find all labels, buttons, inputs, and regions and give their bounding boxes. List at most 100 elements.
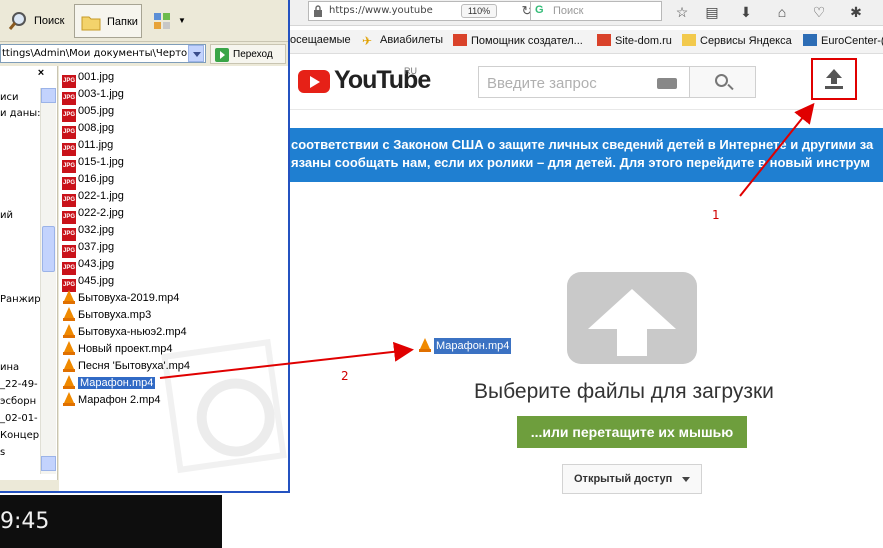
- bookmark-yandex[interactable]: Сервисы Яндекса: [682, 34, 792, 47]
- url-text: https://www.youtube: [329, 5, 433, 16]
- coppa-notice: соответствии с Законом США о защите личн…: [290, 128, 883, 182]
- file-item[interactable]: JPG 037.jpg: [62, 239, 114, 258]
- bookmarks-bar: осещаемые ✈ Авиабилеты Помощник создател.…: [290, 30, 883, 54]
- file-name: 016.jpg: [78, 173, 115, 185]
- file-item[interactable]: JPG 043.jpg: [62, 256, 114, 275]
- youtube-header: YouTube RU Введите запрос: [290, 55, 883, 110]
- bookmark-most-visited[interactable]: осещаемые: [290, 34, 351, 46]
- folders-button[interactable]: Папки: [74, 4, 142, 38]
- address-dropdown-icon[interactable]: [188, 45, 204, 62]
- home-icon[interactable]: ⌂: [773, 3, 791, 21]
- pocket-icon[interactable]: ♡: [810, 3, 828, 21]
- folder-icon: [81, 16, 101, 31]
- notice-line-2: язаны сообщать нам, если их ролики – для…: [291, 155, 870, 170]
- bookmark-helper[interactable]: Помощник создател...: [453, 34, 583, 47]
- scroll-up-icon[interactable]: [41, 88, 56, 103]
- file-item[interactable]: JPG 001.jpg: [62, 69, 115, 88]
- annotation-label-1: 1: [712, 208, 720, 222]
- file-name: Бытовуха-2019.mp4: [78, 292, 180, 304]
- extension-icon[interactable]: ✱: [847, 3, 865, 21]
- keyboard-icon[interactable]: [657, 78, 677, 89]
- drag-files-button[interactable]: ...или перетащите их мышью: [517, 416, 747, 448]
- file-name: Бытовуха-ньюэ2.mp4: [78, 326, 187, 338]
- close-icon[interactable]: ×: [34, 66, 48, 80]
- file-item[interactable]: Марафон 2.mp4: [62, 392, 161, 408]
- upload-icon-stem: [831, 77, 837, 84]
- file-item[interactable]: JPG 045.jpg: [62, 273, 114, 292]
- plane-icon: ✈: [362, 34, 373, 48]
- play-icon: [310, 76, 320, 88]
- tree-item[interactable]: Концер: [0, 430, 39, 441]
- tree-item[interactable]: и даны:: [0, 108, 41, 119]
- tree-scrollbar[interactable]: [40, 88, 56, 474]
- tree-item[interactable]: ина: [0, 362, 19, 373]
- folders-button-label: Папки: [107, 16, 138, 28]
- file-name: 015-1.jpg: [78, 156, 124, 168]
- file-item[interactable]: Новый проект.mp4: [62, 341, 173, 357]
- reading-list-icon[interactable]: ▤: [703, 3, 721, 21]
- site-icon: [597, 34, 611, 46]
- file-item[interactable]: JPG 011.jpg: [62, 137, 114, 156]
- file-item[interactable]: JPG 015-1.jpg: [62, 154, 124, 173]
- address-field[interactable]: ttings\Admin\Мои документы\Чертов: [0, 44, 206, 63]
- file-item[interactable]: Бытовуха-2019.mp4: [62, 290, 179, 306]
- file-name: Марафон 2.mp4: [78, 394, 161, 406]
- search-icon: [715, 74, 728, 87]
- privacy-dropdown[interactable]: Открытый доступ: [562, 464, 702, 494]
- file-item[interactable]: JPG 016.jpg: [62, 171, 115, 190]
- tree-item[interactable]: ий: [0, 210, 13, 221]
- vlc-cone-icon: [62, 392, 76, 406]
- blank-area: [222, 495, 290, 548]
- explorer-address-bar: ttings\Admin\Мои документы\Чертов Перехо…: [0, 42, 288, 66]
- tree-item[interactable]: _02-01-: [0, 413, 38, 424]
- bookmark-avia[interactable]: ✈ Авиабилеты: [362, 34, 443, 48]
- go-button[interactable]: Переход: [210, 44, 286, 64]
- file-name: Марафон.mp4: [78, 377, 156, 389]
- search-engine-icon: G: [535, 4, 544, 16]
- vlc-cone-icon: [418, 338, 432, 352]
- vlc-cone-icon: [62, 358, 76, 372]
- screen: https://www.youtube 110% ↻ G Поиск ☆ ▤ ⬇…: [0, 0, 883, 548]
- views-button[interactable]: ▼: [148, 4, 188, 38]
- file-item[interactable]: JPG 005.jpg: [62, 103, 114, 122]
- bookmark-site-dom[interactable]: Site-dom.ru: [597, 34, 672, 47]
- tree-item[interactable]: иси: [0, 92, 19, 103]
- file-name: 001.jpg: [78, 71, 115, 83]
- scroll-thumb[interactable]: [42, 226, 55, 272]
- file-name: 011.jpg: [78, 139, 114, 151]
- file-item[interactable]: Марафон.mp4: [62, 375, 156, 391]
- scroll-down-icon[interactable]: [41, 456, 56, 471]
- tree-item[interactable]: s: [0, 447, 5, 458]
- file-item[interactable]: JPG 003-1.jpg: [62, 86, 124, 105]
- star-icon[interactable]: ☆: [673, 3, 691, 21]
- upload-area-icon[interactable]: [567, 272, 697, 364]
- file-item[interactable]: Бытовуха.mp3: [62, 307, 151, 323]
- vlc-cone-icon: [62, 375, 76, 389]
- file-item[interactable]: JPG 008.jpg: [62, 120, 114, 139]
- file-name: 032.jpg: [78, 224, 115, 236]
- download-icon[interactable]: ⬇: [737, 3, 755, 21]
- file-name: 022-1.jpg: [78, 190, 124, 202]
- magnifier-icon: [8, 12, 26, 30]
- browser-search[interactable]: G Поиск: [530, 1, 662, 21]
- url-bar[interactable]: https://www.youtube 110% ↻: [308, 1, 556, 21]
- zoom-level[interactable]: 110%: [461, 4, 497, 18]
- youtube-search-input[interactable]: Введите запрос: [478, 66, 690, 98]
- search-button[interactable]: Поиск: [2, 4, 70, 38]
- video-strip: 9:45: [0, 495, 222, 548]
- file-item[interactable]: JPG 022-2.jpg: [62, 205, 124, 224]
- site-icon: [453, 34, 467, 46]
- file-item[interactable]: JPG 022-1.jpg: [62, 188, 124, 207]
- file-item[interactable]: Песня 'Бытовуха'.mp4: [62, 358, 190, 374]
- bookmark-eurocenter[interactable]: EuroCenter-(: [803, 34, 883, 47]
- upload-button[interactable]: [811, 58, 857, 100]
- tree-item[interactable]: _22-49-: [0, 379, 38, 390]
- file-item[interactable]: JPG 032.jpg: [62, 222, 115, 241]
- upload-arrow-head: [588, 289, 676, 329]
- browser-search-placeholder: Поиск: [553, 5, 584, 17]
- youtube-search-button[interactable]: [690, 66, 756, 98]
- file-item[interactable]: Бытовуха-ньюэ2.mp4: [62, 324, 187, 340]
- folder-icon: [682, 34, 696, 46]
- file-list: JPG 001.jpg JPG 003-1.jpg JPG 005.jpg JPG 008.j…: [59, 66, 288, 491]
- youtube-logo-icon[interactable]: [298, 70, 330, 93]
